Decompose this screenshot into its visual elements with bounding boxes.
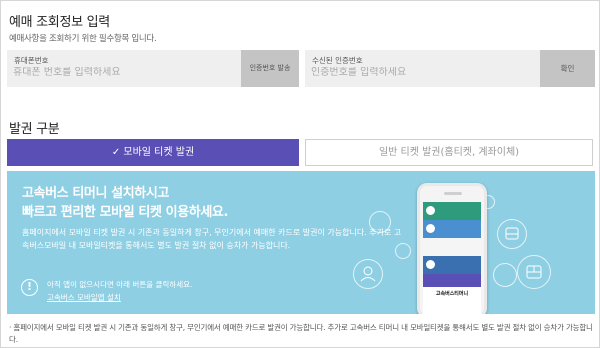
phone-speaker [444, 192, 462, 195]
footnote: · 홈페이지에서 모바일 티켓 발권 시 기존과 동일하게 창구, 무인기에서 … [9, 323, 593, 344]
code-field-box: 수신된 인증번호 [305, 50, 540, 87]
phone-mockup: 고속버스티머니 [417, 183, 487, 314]
confirm-button[interactable]: 확인 [540, 50, 595, 87]
verification-code-input[interactable] [311, 67, 531, 78]
alert-text: 아직 앱이 없으시다면 아래 버튼을 클릭하세요. [47, 280, 193, 289]
send-code-button[interactable]: 인증번호 발송 [241, 50, 299, 87]
clock-circle-icon [493, 263, 517, 287]
phone-number-input[interactable] [13, 67, 233, 78]
phone-field-label: 휴대폰번호 [14, 56, 49, 65]
phone-app-row [423, 202, 481, 220]
phone-app-row [423, 274, 481, 287]
code-field-label: 수신된 인증번호 [312, 56, 363, 65]
install-app-link[interactable]: 고속버스 모바일앱 설치 [47, 292, 121, 303]
phone-app-row [423, 220, 481, 238]
promo-banner: 고속버스 티머니 설치하시고 빠르고 편리한 모바일 티켓 이용하세요. 홈페이… [7, 171, 595, 314]
tab-mobile-ticket[interactable]: ✓ 모바일 티켓 발권 [7, 139, 299, 166]
alert-icon: ! [21, 279, 38, 296]
bus-front-circle-icon [517, 255, 551, 289]
section-title: 발권 구분 [9, 122, 60, 137]
phone-app-row [423, 238, 481, 256]
person-circle-icon [353, 259, 383, 289]
page-title: 예매 조회정보 입력 [9, 15, 110, 30]
phone-app-logo: 고속버스티머니 [423, 287, 481, 301]
banner-heading-line2: 빠르고 편리한 모바일 티켓 이용하세요. [22, 205, 229, 220]
phone-field-box: 휴대폰번호 [7, 50, 241, 87]
phone-app-row [423, 256, 481, 274]
tab-general-ticket[interactable]: 일반 티켓 발권(홈티켓, 계좌이체) [305, 139, 593, 166]
phone-screen: 고속버스티머니 [423, 202, 481, 314]
banner-heading-line1: 고속버스 티머니 설치하시고 [22, 186, 169, 201]
page-subtitle: 예매사항을 조회하기 위한 필수항목 입니다. [9, 34, 157, 44]
bus-circle-icon [497, 219, 527, 249]
banner-description: 홈페이지에서 모바일 티켓 발권 시 기존과 동일하게 창구, 무인기에서 예매… [22, 228, 402, 250]
